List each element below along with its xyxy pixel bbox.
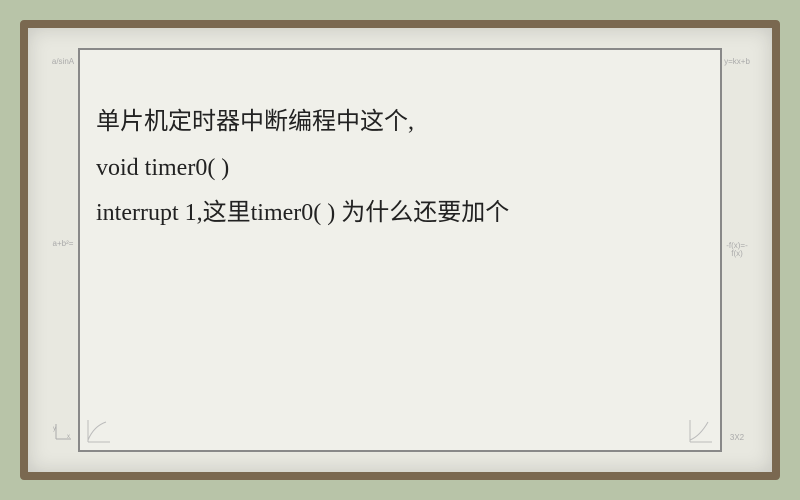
text-line-1: 单片机定时器中断编程中这个, — [96, 100, 704, 146]
text-line-2: void timer0( ) — [96, 146, 704, 192]
whiteboard: a/sinA a+b²= yx y=kx+b -f(x)=-f(x) 3X2 单… — [20, 20, 780, 480]
question-text: 单片机定时器中断编程中这个, void timer0( ) interrupt … — [96, 100, 704, 237]
writing-area: 单片机定时器中断编程中这个, void timer0( ) interrupt … — [78, 48, 722, 452]
svg-text:x: x — [67, 434, 70, 440]
formula-bot-right: 3X2 — [730, 434, 744, 442]
left-margin: a/sinA a+b²= yx — [50, 48, 76, 452]
formula-top-left: a/sinA — [52, 58, 74, 66]
formula-mid-left: a+b²= — [53, 240, 74, 248]
axes-icon: yx — [53, 422, 73, 442]
formula-mid-right: -f(x)=-f(x) — [724, 242, 750, 258]
right-margin: y=kx+b -f(x)=-f(x) 3X2 — [724, 48, 750, 452]
formula-top-right: y=kx+b — [724, 58, 750, 66]
axes-bottom-left-icon — [84, 416, 114, 446]
svg-text:y: y — [53, 426, 56, 432]
text-line-3: interrupt 1,这里timer0( ) 为什么还要加个 — [96, 191, 704, 237]
axes-bottom-right-icon — [686, 416, 716, 446]
